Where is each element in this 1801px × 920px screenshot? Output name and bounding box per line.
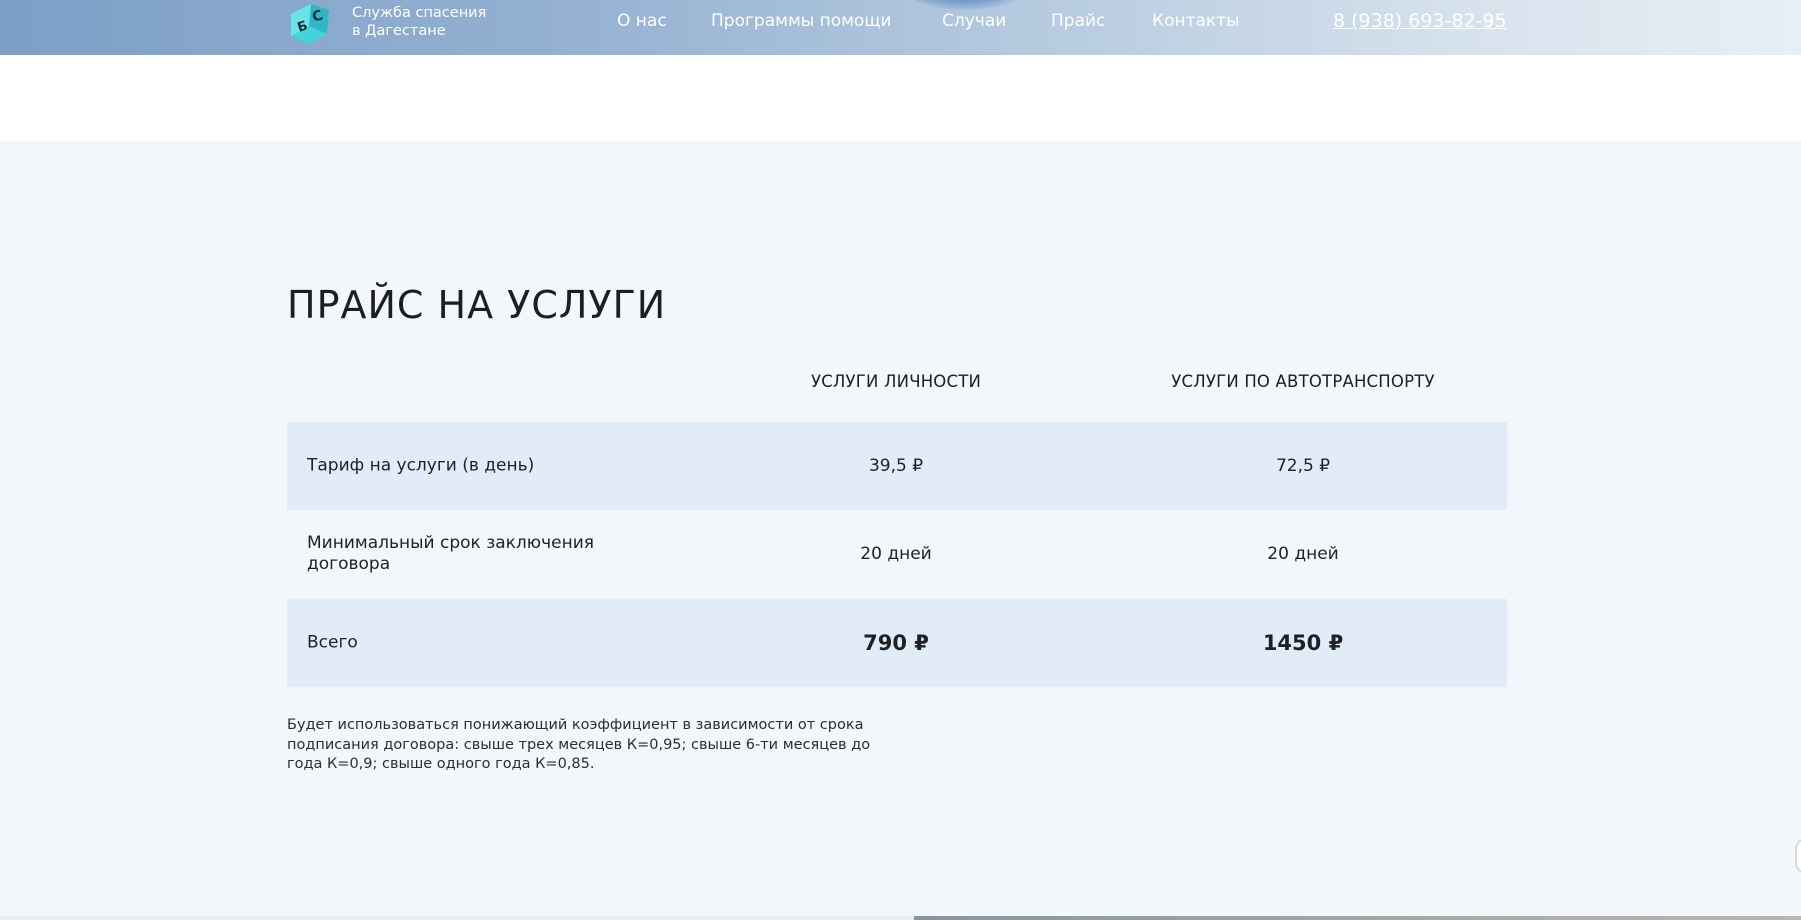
next-section-edge — [0, 916, 1801, 920]
nav-cases[interactable]: Случаи — [942, 11, 1006, 31]
nav-prices[interactable]: Прайс — [1051, 11, 1105, 31]
total-personal: 790 ₽ — [863, 631, 929, 655]
min-term-personal: 20 дней — [860, 544, 932, 564]
total-vehicle: 1450 ₽ — [1262, 631, 1344, 655]
price-personal: 39,5 ₽ — [868, 456, 924, 476]
site-header: Б С Служба спасения в Дагестане О нас Пр… — [0, 0, 1801, 55]
row-label: Минимальный срок заключения договора — [307, 533, 594, 574]
page-title: ПРАЙС НА УСЛУГИ — [287, 283, 667, 327]
table-row: Тариф на услуги (в день) 39,5 ₽ 72,5 ₽ — [287, 422, 1507, 510]
next-section-image — [914, 916, 1801, 920]
logo-cube-icon[interactable]: Б С — [287, 0, 335, 44]
logo-line-1: Служба спасения — [352, 5, 487, 21]
row-label: Всего — [307, 632, 358, 653]
row-label: Тариф на услуги (в день) — [307, 455, 535, 476]
column-header-personal: УСЛУГИ ЛИЧНОСТИ — [810, 372, 982, 391]
min-term-vehicle: 20 дней — [1267, 544, 1339, 564]
floating-button[interactable] — [1795, 838, 1801, 874]
nav-about[interactable]: О нас — [617, 11, 667, 31]
nav-help-programs[interactable]: Программы помощи — [711, 11, 891, 31]
table-row: Минимальный срок заключения договора 20 … — [287, 510, 1507, 598]
discount-note: Будет использоваться понижающий коэффици… — [287, 717, 871, 772]
table-row: Всего 790 ₽ 1450 ₽ — [287, 599, 1507, 687]
logo-line-2: в Дагестане — [352, 23, 446, 39]
nav-contacts[interactable]: Контакты — [1152, 11, 1240, 31]
price-vehicle: 72,5 ₽ — [1275, 456, 1331, 476]
header-decoration — [900, 0, 1030, 10]
column-header-vehicle: УСЛУГИ ПО АВТОТРАНСПОРТУ — [1171, 372, 1435, 391]
phone-link[interactable]: 8 (938) 693-82-95 — [1333, 10, 1507, 32]
logo-text[interactable]: Служба спасения в Дагестане — [352, 4, 486, 40]
